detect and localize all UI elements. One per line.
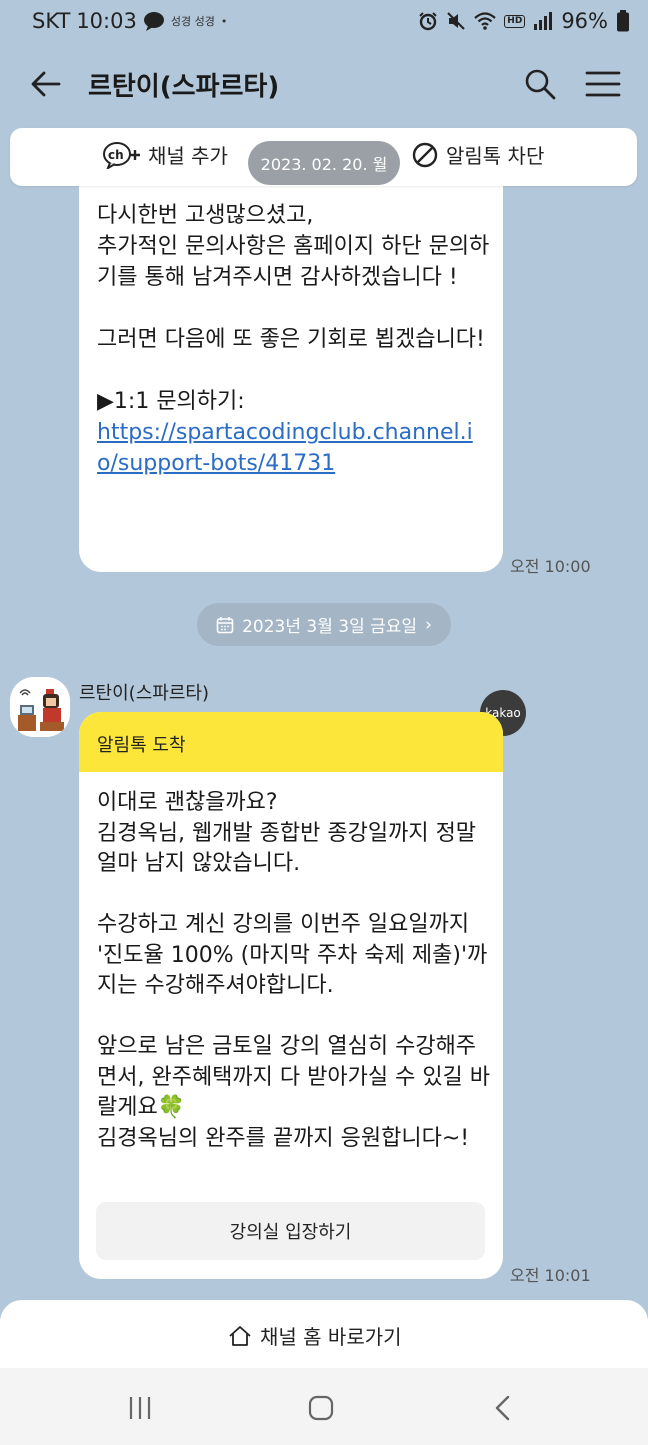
notification-dot: •	[220, 14, 228, 28]
status-bar: SKT 10:03 성경 성경 • HD 96%	[0, 0, 648, 42]
home-icon	[228, 1325, 252, 1347]
carrier-label: SKT	[32, 9, 71, 33]
block-alimtalk-button[interactable]: 알림톡 차단	[412, 140, 544, 169]
chat-notification-icon	[143, 11, 165, 31]
app-bar: 르탄이(스파르타)	[0, 42, 648, 126]
recent-apps-icon[interactable]	[118, 1388, 162, 1428]
svg-text:ch: ch	[108, 148, 124, 162]
spartan-character-icon	[10, 677, 70, 737]
channel-home-label: 채널 홈 바로가기	[260, 1325, 402, 1349]
day-divider[interactable]: 2023년 3월 3일 금요일 ›	[197, 603, 451, 646]
alimtalk-header-label: 알림톡 도착	[97, 735, 186, 756]
status-right: HD 96%	[418, 9, 630, 33]
search-icon[interactable]	[520, 64, 560, 104]
back-arrow-icon[interactable]	[26, 64, 66, 104]
channel-add-icon: ch	[102, 141, 142, 169]
avatar[interactable]	[10, 677, 70, 737]
back-nav-icon[interactable]	[481, 1388, 525, 1428]
day-divider-label: 2023년 3월 3일 금요일	[242, 617, 418, 637]
message-bubble: 다시한번 고생많으셨고, 추가적인 문의사항은 홈페이지 하단 문의하기를 통해…	[79, 150, 503, 572]
message-body: 다시한번 고생많으셨고, 추가적인 문의사항은 홈페이지 하단 문의하기를 통해…	[97, 203, 490, 414]
hd-voice-icon: HD	[504, 14, 526, 28]
signal-icon	[533, 12, 553, 30]
channel-home-bar[interactable]: 채널 홈 바로가기	[0, 1300, 648, 1368]
support-link[interactable]: https://spartacodingclub.channel.io/supp…	[97, 420, 473, 476]
alimtalk-body: 이대로 괜찮을까요? 김경옥님, 웹개발 종합반 종강일까지 정말 얼마 남지 …	[97, 790, 491, 1151]
channel-home-button[interactable]: 채널 홈 바로가기	[228, 1321, 402, 1350]
block-icon	[412, 142, 438, 168]
message-text: 다시한번 고생많으셨고, 추가적인 문의사항은 홈페이지 하단 문의하기를 통해…	[97, 200, 492, 479]
mute-icon	[446, 11, 466, 31]
notification-text: 성경 성경	[170, 15, 215, 28]
status-left: SKT 10:03 성경 성경 •	[32, 9, 227, 33]
alimtalk-header: 알림톡 도착	[79, 712, 503, 772]
battery-icon	[616, 10, 630, 32]
battery-percent: 96%	[561, 9, 608, 33]
wifi-icon	[474, 11, 497, 31]
calendar-icon	[216, 616, 234, 634]
add-channel-button[interactable]: ch 채널 추가	[102, 140, 228, 169]
alarm-icon	[418, 11, 438, 31]
block-alimtalk-label: 알림톡 차단	[446, 144, 545, 168]
add-channel-label: 채널 추가	[148, 144, 228, 168]
clock: 10:03	[76, 9, 137, 33]
sender-name: 르탄이(스파르타)	[79, 683, 209, 704]
date-pill: 2023. 02. 20. 월	[248, 141, 400, 185]
system-nav-bar	[0, 1368, 648, 1445]
enter-classroom-button[interactable]: 강의실 입장하기	[96, 1202, 485, 1260]
message-time: 오전 10:00	[510, 557, 591, 576]
chevron-right-icon: ›	[425, 614, 432, 635]
home-button-icon[interactable]	[299, 1388, 343, 1428]
chat-title: 르탄이(스파르타)	[88, 72, 280, 102]
menu-icon[interactable]	[582, 64, 624, 104]
alimtalk-time: 오전 10:01	[510, 1266, 591, 1285]
alimtalk-bubble: 알림톡 도착 이대로 괜찮을까요? 김경옥님, 웹개발 종합반 종강일까지 정말…	[79, 712, 503, 1279]
